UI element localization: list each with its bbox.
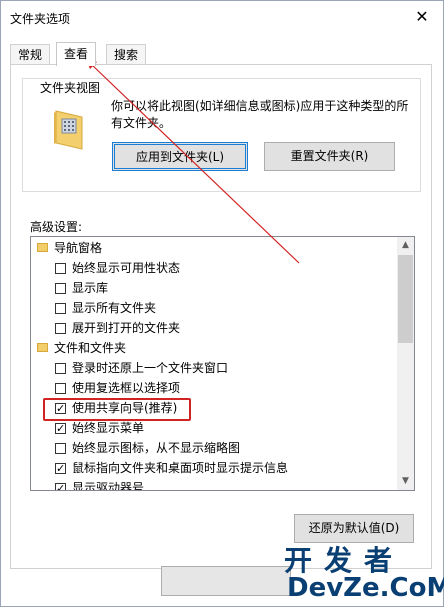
- tab-view[interactable]: 查看: [56, 42, 97, 66]
- watermark-domain: DevZe.CoM: [287, 573, 444, 603]
- folder-options-window: 文件夹选项 ✕ 常规 查看 搜索 文件夹视图 你可以将此视图(如详细信息或图标)…: [0, 0, 444, 607]
- annotation-arrow: [85, 57, 300, 264]
- tab-view-label: 查看: [64, 47, 89, 61]
